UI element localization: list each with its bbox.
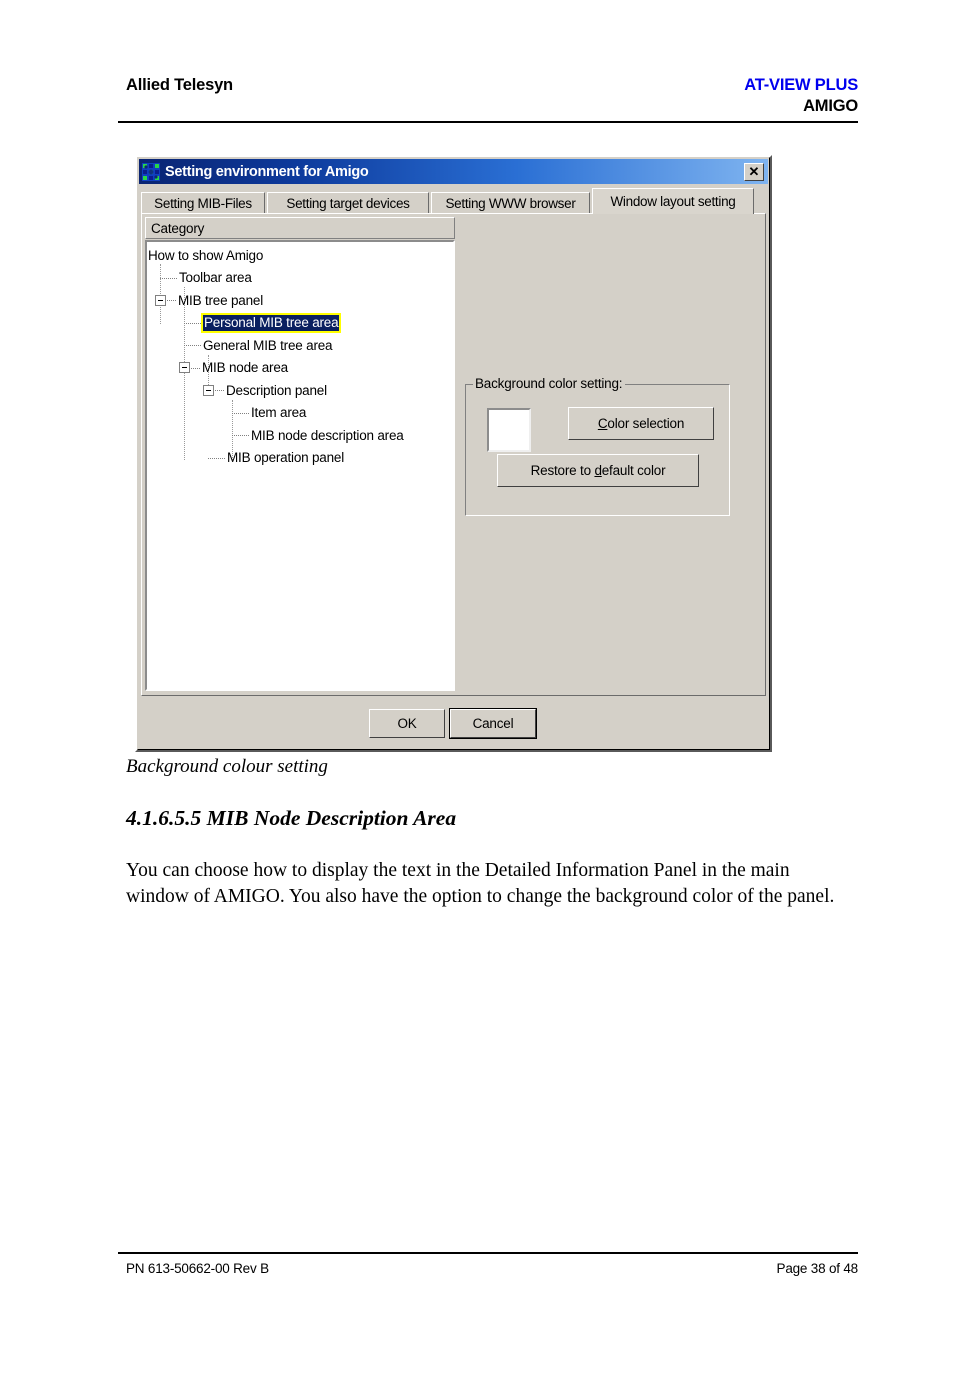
- tab-window-layout-setting[interactable]: Window layout setting: [592, 188, 754, 214]
- tree-collapse-toggle-icon[interactable]: [179, 362, 190, 374]
- close-icon-glyph: ✕: [748, 164, 760, 179]
- figure-caption: Background colour setting: [126, 756, 328, 777]
- tree-item-toolbar-area[interactable]: Toolbar area: [147, 267, 453, 290]
- color-selection-button[interactable]: Color selection: [568, 407, 714, 440]
- tree-item-item-area[interactable]: Item area: [147, 402, 453, 425]
- tab-setting-target-devices[interactable]: Setting target devices: [267, 192, 429, 213]
- header-rule: [118, 121, 858, 123]
- dialog-title: Setting environment for Amigo: [165, 163, 369, 180]
- tree-item-how-to-show-amigo[interactable]: How to show Amigo: [147, 244, 453, 267]
- tree-item-description-panel[interactable]: Description panel: [147, 379, 453, 402]
- tab-setting-mib-files[interactable]: Setting MIB-Files: [141, 192, 265, 213]
- footer-rule: [118, 1252, 858, 1254]
- header-product-name: AT-VIEW PLUS: [744, 76, 858, 94]
- tree-item-general-mib-tree-area[interactable]: General MIB tree area: [147, 334, 453, 357]
- network-nodes-icon: [142, 162, 160, 181]
- section-heading: 4.1.6.5.5 MIB Node Description Area: [126, 806, 457, 830]
- restore-accel-key: d: [594, 463, 602, 478]
- tab-setting-www-browser[interactable]: Setting WWW browser: [431, 192, 590, 213]
- restore-to-default-color-button[interactable]: Restore to default color: [497, 454, 699, 487]
- tree-item-label: How to show Amigo: [148, 247, 264, 263]
- color-selection-label-rest: olor selection: [607, 416, 685, 431]
- setting-environment-dialog: Setting environment for Amigo ✕ Setting …: [135, 155, 772, 752]
- ok-button[interactable]: OK: [369, 709, 445, 738]
- tree-item-label: Toolbar area: [179, 270, 252, 285]
- category-header: Category: [145, 217, 455, 239]
- cancel-button[interactable]: Cancel: [449, 708, 537, 739]
- tree-collapse-toggle-icon[interactable]: [155, 294, 166, 306]
- footer-page-number: Page 38 of 48: [776, 1261, 859, 1276]
- restore-label-rest: efault color: [601, 463, 666, 478]
- category-tree: How to show Amigo Toolbar area MIB tree …: [147, 242, 453, 469]
- restore-button-label: Restore to default color: [531, 463, 666, 478]
- page-header: Allied Telesyn AT-VIEW PLUS AMIGO: [118, 72, 858, 128]
- tree-item-label: MIB tree panel: [178, 292, 263, 308]
- body-paragraph: You can choose how to display the text i…: [126, 860, 835, 907]
- background-color-setting-group: Background color setting: Color selectio…: [465, 376, 730, 516]
- tree-item-mib-node-area[interactable]: MIB node area: [147, 357, 453, 380]
- tab-panel-window-layout-setting: Category How to show Amigo Toolbar area: [141, 213, 766, 696]
- background-color-swatch[interactable]: [487, 408, 531, 452]
- tree-item-personal-mib-tree-area[interactable]: Personal MIB tree area: [147, 312, 453, 335]
- restore-label-pre: Restore to: [530, 463, 595, 478]
- tree-item-mib-operation-panel[interactable]: MIB operation panel: [147, 447, 453, 470]
- tree-item-mib-tree-panel[interactable]: MIB tree panel: [147, 289, 453, 312]
- close-icon[interactable]: ✕: [744, 162, 764, 181]
- tree-item-label: MIB node description area: [251, 427, 404, 443]
- tree-collapse-toggle-icon[interactable]: [203, 384, 214, 396]
- tree-item-label: MIB operation panel: [227, 450, 345, 465]
- footer-part-number: PN 613-50662-00 Rev B: [126, 1261, 269, 1276]
- dialog-tabstrip: Setting MIB-Files Setting target devices…: [141, 188, 766, 214]
- color-selection-accel-key: C: [597, 416, 608, 431]
- tree-item-label: MIB node area: [202, 360, 288, 375]
- dialog-titlebar: Setting environment for Amigo ✕: [139, 159, 768, 184]
- tree-item-label: Personal MIB tree area: [200, 312, 342, 333]
- header-module-name: AMIGO: [803, 97, 858, 115]
- category-tree-panel[interactable]: How to show Amigo Toolbar area MIB tree …: [145, 240, 455, 691]
- tree-item-mib-node-description-area[interactable]: MIB node description area: [147, 424, 453, 447]
- header-company-name: Allied Telesyn: [126, 76, 233, 94]
- tree-item-label: Description panel: [226, 382, 327, 398]
- color-selection-button-label: Color selection: [597, 416, 685, 431]
- tree-item-label: General MIB tree area: [203, 337, 333, 353]
- tree-item-label: Item area: [251, 405, 307, 420]
- background-color-setting-legend: Background color setting:: [473, 376, 626, 391]
